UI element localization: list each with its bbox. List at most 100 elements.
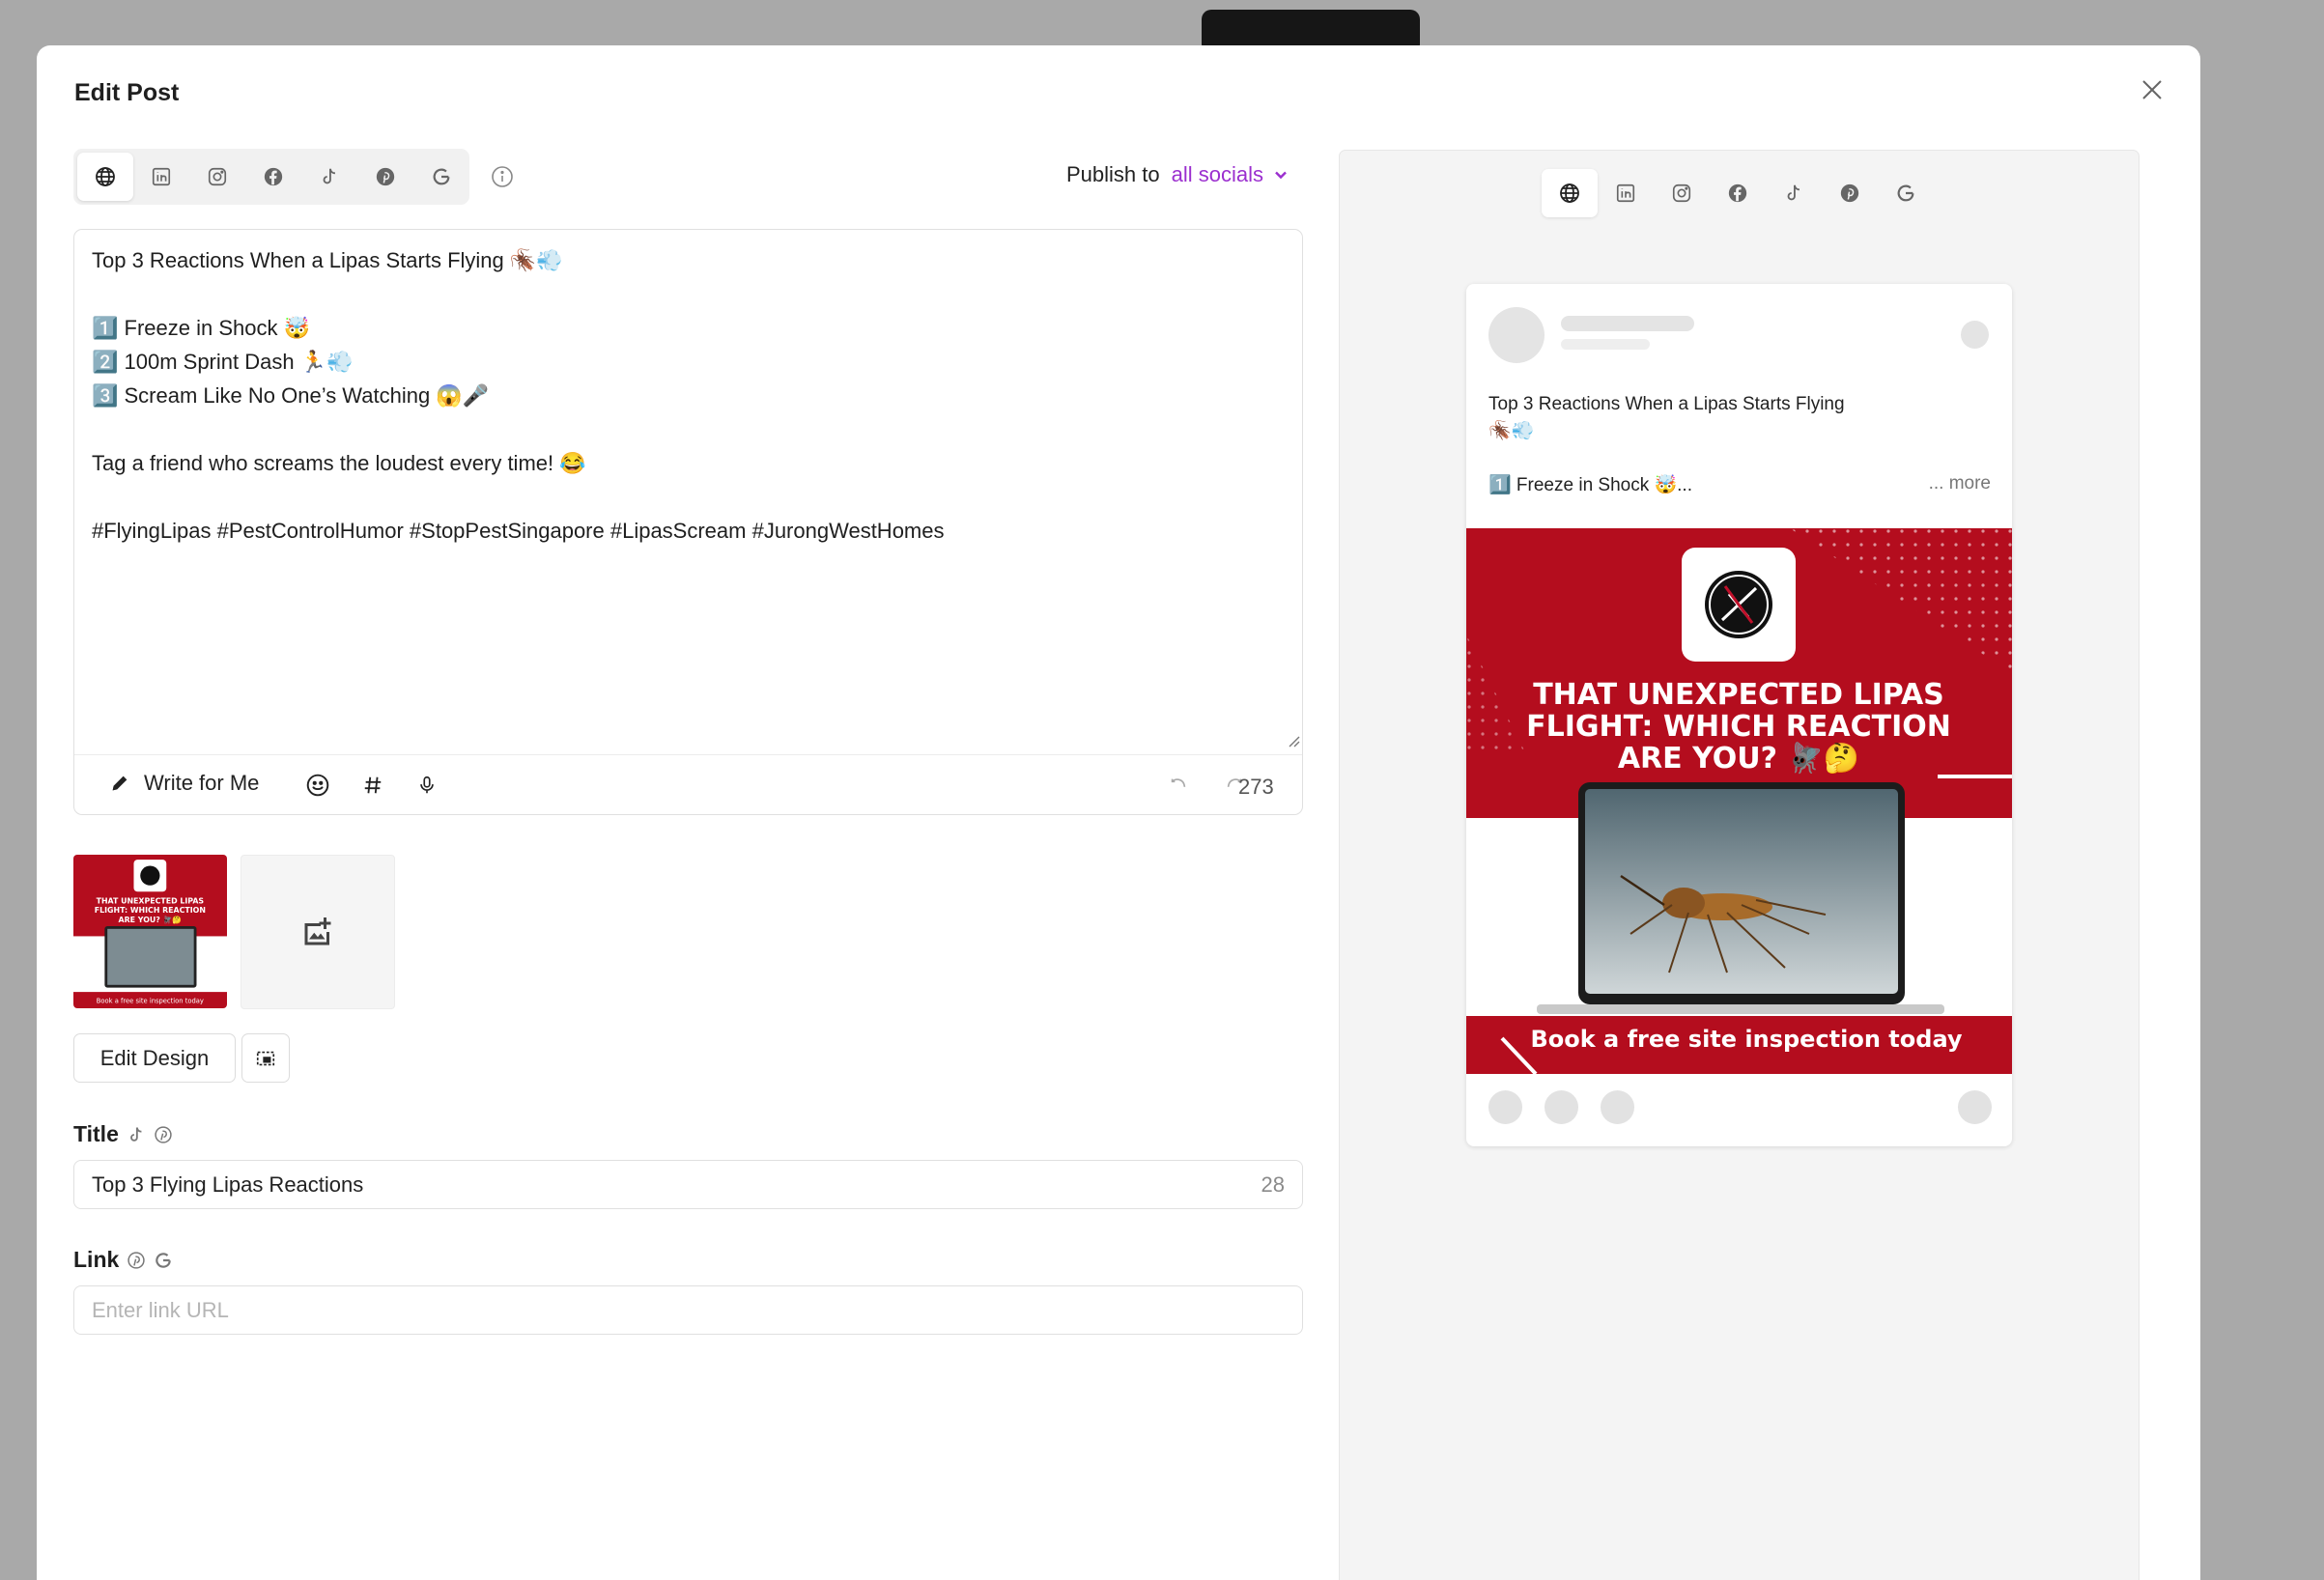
svg-text:FLIGHT: WHICH REACTION: FLIGHT: WHICH REACTION (95, 906, 206, 915)
tab-all-networks[interactable] (77, 153, 133, 201)
hashtag-icon (364, 776, 382, 794)
tab-google[interactable] (413, 153, 469, 201)
svg-text:THAT UNEXPECTED LIPAS: THAT UNEXPECTED LIPAS (97, 897, 205, 906)
graphic-cta: Book a free site inspection today (1530, 1026, 1962, 1053)
preview-text: Top 3 Reactions When a Lipas Starts Flyi… (1488, 391, 1991, 445)
preview-tab-all[interactable] (1542, 169, 1598, 217)
globe-icon (1560, 183, 1579, 203)
editor-toolbar: Write for Me 273 (74, 754, 1302, 815)
tiktok-icon (323, 168, 336, 184)
svg-text:Book a free site inspection to: Book a free site inspection today (97, 997, 204, 1004)
editor-line: 2️⃣ 100m Sprint Dash 🏃💨 (92, 350, 354, 374)
tab-linkedin[interactable] (133, 153, 189, 201)
save-placeholder (1958, 1090, 1992, 1124)
close-icon (2142, 80, 2162, 99)
preview-text-line: 🪳💨 (1488, 421, 1535, 441)
post-editor[interactable]: Top 3 Reactions When a Lipas Starts Flyi… (73, 229, 1303, 815)
pinterest-icon (154, 1125, 173, 1144)
pencil-icon (112, 776, 128, 791)
thumbnail-graphic: THAT UNEXPECTED LIPAS FLIGHT: WHICH REAC… (73, 855, 227, 1008)
avatar-placeholder (1488, 307, 1545, 363)
pinterest-icon (376, 167, 395, 186)
title-input[interactable]: Top 3 Flying Lipas Reactions 28 (73, 1160, 1303, 1209)
add-image-icon (304, 917, 331, 945)
tab-instagram[interactable] (189, 153, 245, 201)
preview-tab-linkedin[interactable] (1598, 169, 1654, 217)
editor-line: 3️⃣ Scream Like No One’s Watching 😱🎤 (92, 383, 490, 408)
publish-to: Publish to all socials (1066, 162, 1289, 187)
close-button[interactable] (2135, 72, 2169, 107)
preview-text-line: Top 3 Reactions When a Lipas Starts Flyi… (1488, 394, 1845, 414)
preview-tab-tiktok[interactable] (1766, 169, 1822, 217)
instagram-icon (1672, 183, 1691, 203)
crop-icon (256, 1051, 275, 1065)
write-for-me-button[interactable]: Write for Me (109, 771, 259, 796)
post-text[interactable]: Top 3 Reactions When a Lipas Starts Flyi… (92, 243, 1280, 548)
title-value: Top 3 Flying Lipas Reactions (92, 1171, 364, 1197)
preview-tab-google[interactable] (1878, 169, 1934, 217)
preview-short-line: 1️⃣ Freeze in Shock 🤯... (1488, 475, 1692, 495)
undo-button[interactable] (1164, 771, 1193, 800)
name-placeholder (1561, 316, 1694, 331)
voice-input-button[interactable] (412, 771, 441, 800)
google-icon (433, 168, 450, 185)
media-thumbnail[interactable]: THAT UNEXPECTED LIPAS FLIGHT: WHICH REAC… (73, 855, 227, 1008)
resize-handle-icon[interactable] (1285, 732, 1300, 748)
preview-panel: Top 3 Reactions When a Lipas Starts Flyi… (1339, 150, 2140, 1580)
share-placeholder (1601, 1090, 1634, 1124)
network-tabs (73, 149, 469, 205)
see-more-link[interactable]: ... more (1929, 473, 1991, 494)
linkedin-icon (1616, 183, 1635, 203)
link-placeholder: Enter link URL (92, 1297, 229, 1322)
publish-value: all socials (1171, 162, 1263, 186)
graphic-headline-line: ARE YOU? 🪰🤔 (1618, 741, 1859, 776)
menu-placeholder (1961, 321, 1989, 349)
undo-icon (1171, 778, 1186, 787)
smiley-icon (306, 774, 329, 797)
aspect-ratio-button[interactable] (241, 1033, 290, 1083)
emoji-button[interactable] (303, 771, 332, 800)
add-media-button[interactable] (241, 855, 395, 1009)
tab-facebook[interactable] (245, 153, 301, 201)
microphone-icon (420, 776, 434, 794)
chevron-down-icon (1275, 171, 1287, 180)
preview-tab-instagram[interactable] (1654, 169, 1710, 217)
preview-network-tabs (1542, 169, 1934, 217)
title-label: Title (73, 1121, 173, 1147)
edit-design-button[interactable]: Edit Design (73, 1033, 236, 1083)
write-for-me-label: Write for Me (144, 771, 260, 795)
post-image: THAT UNEXPECTED LIPAS FLIGHT: WHICH REAC… (1466, 528, 2012, 1074)
preview-tab-pinterest[interactable] (1822, 169, 1878, 217)
publish-label: Publish to (1066, 162, 1160, 186)
tiktok-icon (127, 1125, 146, 1144)
editor-line: 1️⃣ Freeze in Shock 🤯 (92, 316, 310, 340)
instagram-icon (208, 167, 227, 186)
tiktok-icon (1787, 184, 1800, 201)
link-input[interactable]: Enter link URL (73, 1285, 1303, 1335)
globe-icon (96, 167, 115, 186)
google-icon (154, 1251, 173, 1270)
editor-line: #FlyingLipas #PestControlHumor #StopPest… (92, 519, 945, 543)
preview-tab-facebook[interactable] (1710, 169, 1766, 217)
tab-pinterest[interactable] (357, 153, 413, 201)
edit-post-modal: Edit Post Publish to all socials Top 3 R… (37, 45, 2200, 1580)
post-preview-card: Top 3 Reactions When a Lipas Starts Flyi… (1466, 284, 2012, 1146)
editor-line: Top 3 Reactions When a Lipas Starts Flyi… (92, 248, 563, 272)
tab-tiktok[interactable] (301, 153, 357, 201)
comment-placeholder (1545, 1090, 1578, 1124)
link-label-text: Link (73, 1247, 120, 1272)
google-icon (1897, 184, 1914, 202)
title-label-text: Title (73, 1121, 119, 1146)
info-icon[interactable] (489, 163, 516, 190)
linkedin-icon (152, 167, 171, 186)
link-label: Link (73, 1247, 173, 1273)
editor-line: Tag a friend who screams the loudest eve… (92, 451, 586, 475)
facebook-icon (1728, 183, 1747, 203)
pinterest-icon (1840, 183, 1859, 203)
publish-dropdown[interactable]: all socials (1172, 162, 1289, 187)
hashtag-button[interactable] (358, 771, 387, 800)
graphic-headline-line: FLIGHT: WHICH REACTION (1526, 710, 1951, 744)
